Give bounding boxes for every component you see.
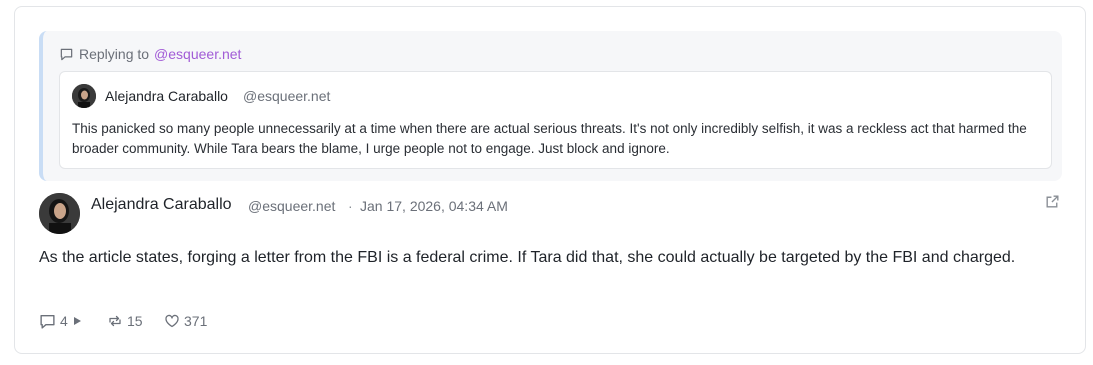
repost-button[interactable]: 15 [107,311,143,331]
speech-bubble-icon [60,48,73,60]
play-triangle-icon[interactable] [72,316,82,326]
post-timestamp[interactable]: Jan 17, 2026, 04:34 AM [360,198,508,214]
external-link-icon[interactable] [1044,193,1061,210]
replying-to-line: Replying to @esqueer.net [59,45,241,63]
quoted-text: This panicked so many people unnecessari… [72,121,1027,156]
quoted-author-handle[interactable]: @esqueer.net [243,88,330,104]
author-handle[interactable]: @esqueer.net [248,198,335,214]
like-count: 371 [184,313,208,329]
heart-icon [165,314,179,328]
post-body: As the article states, forging a letter … [39,249,1016,266]
like-button[interactable]: 371 [164,311,207,331]
repost-count: 15 [127,313,143,329]
separator-dot: · [348,198,353,214]
avatar[interactable] [39,193,80,234]
quoted-author-name[interactable]: Alejandra Caraballo [105,88,228,104]
reply-context: Replying to @esqueer.net Alejandra Carab… [39,31,1062,181]
reply-button[interactable]: 4 [39,311,82,331]
repost-arrows-icon [109,315,121,327]
replying-to-label: Replying to [79,46,150,62]
avatar[interactable] [72,84,96,108]
replying-to-handle[interactable]: @esqueer.net [154,46,241,62]
author-name[interactable]: Alejandra Caraballo [91,196,232,214]
reply-count: 4 [60,313,68,329]
post-card[interactable]: Replying to @esqueer.net Alejandra Carab… [14,6,1086,354]
speech-bubble-icon [40,314,55,329]
quoted-post[interactable]: Alejandra Caraballo @esqueer.net This pa… [59,71,1052,169]
